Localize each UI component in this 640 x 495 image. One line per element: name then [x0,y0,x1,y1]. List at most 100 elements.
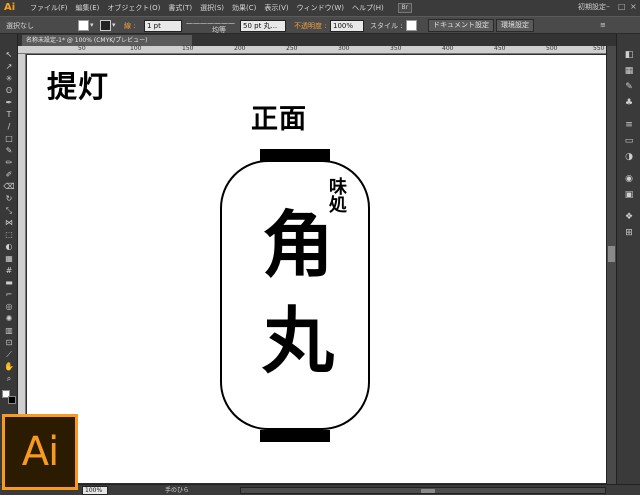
stroke-swatch[interactable] [100,20,111,31]
free-transform-tool-icon[interactable]: ⬚ [3,230,15,239]
lantern-main-char-1[interactable]: 角 [253,205,343,285]
menu-help[interactable]: ヘルプ(H) [352,3,384,13]
stroke-weight-field[interactable]: 1 pt [144,20,182,32]
style-label: スタイル : [370,22,403,30]
app-logo-icon: Ai [4,2,16,13]
vertical-scrollbar[interactable] [606,46,616,484]
ruler-label: 550 [593,45,605,52]
menu-file[interactable]: ファイル(F) [30,3,68,13]
rotate-tool-icon[interactable]: ↻ [3,194,15,203]
menu-select[interactable]: 選択(S) [200,3,224,13]
menu-effect[interactable]: 効果(C) [232,3,256,13]
ruler-label: 500 [546,45,558,52]
artboards-panel-icon[interactable]: ⊞ [623,228,635,238]
lantern-main-char-2[interactable]: 丸 [253,301,343,381]
preferences-button[interactable]: 環境設定 [496,19,534,32]
direct-selection-tool-icon[interactable]: ↗ [3,62,15,71]
layers-panel-icon[interactable]: ❖ [623,212,635,222]
brushes-panel-icon[interactable]: ✎ [623,82,635,92]
ruler-label: 50 [78,45,86,52]
close-icon[interactable]: × [630,2,638,12]
horizontal-ruler: 50 100 150 200 250 300 350 400 450 500 5… [18,45,608,54]
type-tool-icon[interactable]: T [3,110,15,119]
transparency-panel-icon[interactable]: ◑ [623,152,635,162]
illustrator-logo: Ai [2,414,78,490]
chevron-down-icon[interactable]: ▾ [112,21,116,29]
symbol-sprayer-tool-icon[interactable]: ✺ [3,314,15,323]
slice-tool-icon[interactable]: ⟋ [3,350,15,359]
stroke-panel-icon[interactable]: ≡ [623,120,635,130]
chevron-down-icon[interactable]: ▾ [90,21,94,29]
menu-edit[interactable]: 編集(E) [76,3,100,13]
zoom-tool-icon[interactable]: ⌕ [3,374,15,383]
artboard-tool-icon[interactable]: ⊡ [3,338,15,347]
pen-tool-icon[interactable]: ✒ [3,98,15,107]
swatches-panel-icon[interactable]: ▦ [623,66,635,76]
document-settings-button[interactable]: ドキュメント設定 [428,19,494,32]
artwork-title[interactable]: 提灯 [47,62,109,106]
blob-brush-tool-icon[interactable]: ✐ [3,170,15,179]
menu-bar: Ai ファイル(F) 編集(E) オブジェクト(O) 書式(T) 選択(S) 効… [0,0,640,16]
blend-tool-icon[interactable]: ◎ [3,302,15,311]
lantern-bottom-cap[interactable] [260,430,330,442]
maximize-icon[interactable]: □ [618,2,626,12]
stroke-profile-line[interactable]: ——————— [186,19,235,27]
selection-status: 選択なし [6,22,34,30]
ruler-label: 100 [130,45,142,52]
style-swatch[interactable] [406,20,417,31]
bridge-button[interactable]: Br [397,3,412,13]
eyedropper-tool-icon[interactable]: ⌐ [3,290,15,299]
status-bar: 100% 手のひら [0,484,640,495]
lasso-tool-icon[interactable]: ʘ [3,86,15,95]
symbols-panel-icon[interactable]: ♣ [623,98,635,108]
document-tab[interactable]: 名称未設定-1* @ 100% (CMYK/プレビュー) [22,35,192,46]
color-panel-icon[interactable]: ◧ [623,50,635,60]
appearance-panel-icon[interactable]: ◉ [623,174,635,184]
width-tool-icon[interactable]: ⋈ [3,218,15,227]
menu-type[interactable]: 書式(T) [168,3,192,13]
perspective-grid-tool-icon[interactable]: ▦ [3,254,15,263]
horizontal-scroll-thumb[interactable] [421,489,435,493]
gradient-tool-icon[interactable]: ▬ [3,278,15,287]
artwork-subtitle[interactable]: 正面 [251,97,307,136]
selection-tool-icon[interactable]: ↖ [3,50,15,59]
stroke-color-icon[interactable] [8,396,16,404]
ruler-label: 450 [494,45,506,52]
shape-builder-tool-icon[interactable]: ◐ [3,242,15,251]
minimize-icon[interactable]: – [606,2,614,12]
rectangle-tool-icon[interactable]: □ [3,134,15,143]
opacity-label[interactable]: 不透明度 : [294,21,327,31]
ruler-label: 250 [286,45,298,52]
gradient-panel-icon[interactable]: ▭ [623,136,635,146]
ruler-label: 150 [182,45,194,52]
ruler-label: 400 [442,45,454,52]
hand-tool-icon[interactable]: ✋ [3,362,15,371]
pencil-tool-icon[interactable]: ✏ [3,158,15,167]
opacity-field[interactable]: 100% [330,20,364,32]
mesh-tool-icon[interactable]: # [3,266,15,275]
fill-swatch[interactable] [78,20,89,31]
menu-object[interactable]: オブジェクト(O) [107,3,160,13]
vertical-scroll-thumb[interactable] [608,246,615,262]
zoom-field[interactable]: 100% [82,486,108,495]
paintbrush-tool-icon[interactable]: ✎ [3,146,15,155]
ruler-label: 200 [234,45,246,52]
graphic-styles-panel-icon[interactable]: ▣ [623,190,635,200]
workspace-switcher[interactable]: 初期設定 [578,2,606,12]
scale-tool-icon[interactable]: ⤡ [3,206,15,215]
panel-menu-icon[interactable]: ≡ [600,21,606,29]
stroke-label[interactable]: 線 : [124,21,136,31]
menu-view[interactable]: 表示(V) [264,3,288,13]
artboard[interactable]: 提灯 正面 味処 角 丸 [27,55,606,483]
right-panel-dock: ◧ ▦ ✎ ♣ ≡ ▭ ◑ ◉ ▣ ❖ ⊞ [616,34,640,484]
horizontal-scrollbar[interactable] [240,487,606,494]
control-bar: 選択なし ▾ ▾ 線 : 1 pt ——————— 均等 50 pt 丸... … [0,16,640,34]
line-tool-icon[interactable]: / [3,122,15,131]
eraser-tool-icon[interactable]: ⌫ [3,182,15,191]
magic-wand-tool-icon[interactable]: ✳ [3,74,15,83]
brush-field[interactable]: 50 pt 丸... [240,20,286,32]
document-tab-bar: 名称未設定-1* @ 100% (CMYK/プレビュー) [18,34,622,46]
current-tool-status[interactable]: 手のひら [165,486,189,495]
graph-tool-icon[interactable]: ▥ [3,326,15,335]
menu-window[interactable]: ウィンドウ(W) [297,3,344,13]
